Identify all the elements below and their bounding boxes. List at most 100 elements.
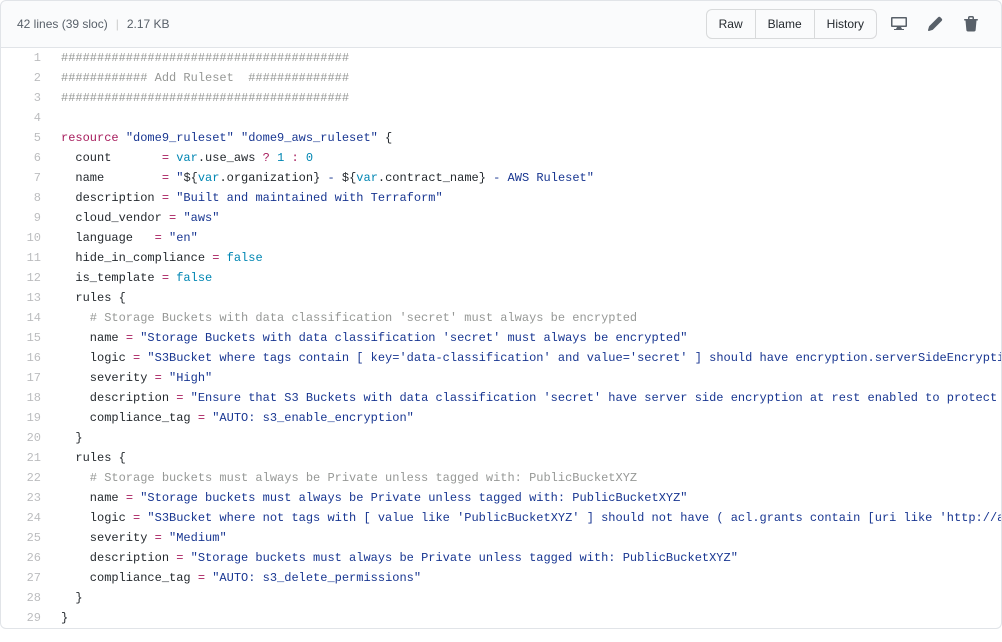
code-row: 11 hide_in_compliance = false	[1, 248, 1002, 268]
line-number[interactable]: 18	[1, 388, 51, 408]
code-row: 24 logic = "S3Bucket where not tags with…	[1, 508, 1002, 528]
edit-icon[interactable]	[921, 10, 949, 38]
line-number[interactable]: 3	[1, 88, 51, 108]
line-number[interactable]: 20	[1, 428, 51, 448]
line-content: rules {	[51, 448, 1002, 468]
code-token: logic	[61, 511, 133, 525]
line-content: # Storage buckets must always be Private…	[51, 468, 1002, 488]
code-token: resource	[61, 131, 126, 145]
code-token: rules	[61, 451, 119, 465]
code-row: 5 resource "dome9_ruleset" "dome9_aws_rul…	[1, 128, 1002, 148]
file-info: 42 lines (39 sloc) | 2.17 KB	[17, 17, 170, 31]
code-token: name	[61, 171, 162, 185]
line-number[interactable]: 26	[1, 548, 51, 568]
code-token: "Built and maintained with Terraform"	[176, 191, 442, 205]
line-content: hide_in_compliance = false	[51, 248, 1002, 268]
code-token: var	[176, 151, 198, 165]
history-button[interactable]: History	[815, 9, 877, 39]
code-token: =	[155, 531, 162, 545]
code-token: "Ensure that S3 Buckets with data classi…	[191, 391, 1002, 405]
line-number[interactable]: 22	[1, 468, 51, 488]
code-token	[162, 231, 169, 245]
line-number[interactable]: 11	[1, 248, 51, 268]
desktop-icon[interactable]	[885, 10, 913, 38]
line-number[interactable]: 27	[1, 568, 51, 588]
line-content: name = "Storage buckets must always be P…	[51, 488, 1002, 508]
line-number[interactable]: 12	[1, 268, 51, 288]
code-row: 18 description = "Ensure that S3 Buckets…	[1, 388, 1002, 408]
line-number[interactable]: 24	[1, 508, 51, 528]
line-number[interactable]: 10	[1, 228, 51, 248]
code-token: language	[61, 231, 155, 245]
code-row: 14 # Storage Buckets with data classific…	[1, 308, 1002, 328]
code-token: .contract_name}	[378, 171, 486, 185]
code-token: compliance_tag	[61, 571, 198, 585]
line-number[interactable]: 4	[1, 108, 51, 128]
line-number[interactable]: 17	[1, 368, 51, 388]
line-number[interactable]: 6	[1, 148, 51, 168]
code-token: is_template	[61, 271, 162, 285]
line-content: description = "Built and maintained with…	[51, 188, 1002, 208]
code-token: -	[320, 171, 342, 185]
code-row: 4	[1, 108, 1002, 128]
code-body: 1#######################################…	[0, 48, 1002, 629]
code-token: severity	[61, 531, 155, 545]
code-token: "AUTO: s3_enable_encryption"	[212, 411, 414, 425]
code-token: false	[227, 251, 263, 265]
code-token: # Storage buckets must always be Private…	[61, 471, 637, 485]
code-token: name	[61, 491, 126, 505]
code-token: rules	[61, 291, 119, 305]
line-number[interactable]: 7	[1, 168, 51, 188]
code-row: 28 }	[1, 588, 1002, 608]
code-token: "High"	[169, 371, 212, 385]
line-number[interactable]: 13	[1, 288, 51, 308]
code-token: cloud_vendor	[61, 211, 169, 225]
code-token: var	[198, 171, 220, 185]
button-group: Raw Blame History	[706, 9, 877, 39]
raw-button[interactable]: Raw	[706, 9, 756, 39]
code-token: "en"	[169, 231, 198, 245]
code-row: 17 severity = "High"	[1, 368, 1002, 388]
line-number[interactable]: 8	[1, 188, 51, 208]
code-token: }	[61, 431, 83, 445]
code-token: ${	[183, 171, 197, 185]
blame-button[interactable]: Blame	[756, 9, 815, 39]
code-token: {	[378, 131, 392, 145]
line-number[interactable]: 21	[1, 448, 51, 468]
line-content: }	[51, 608, 1002, 628]
code-row: 21 rules {	[1, 448, 1002, 468]
code-row: 25 severity = "Medium"	[1, 528, 1002, 548]
code-token: ?	[263, 151, 270, 165]
line-number[interactable]: 19	[1, 408, 51, 428]
line-number[interactable]: 5	[1, 128, 51, 148]
trash-icon[interactable]	[957, 10, 985, 38]
code-token: "S3Bucket where not tags with [ value li…	[147, 511, 1002, 525]
line-number[interactable]: 14	[1, 308, 51, 328]
line-number[interactable]: 28	[1, 588, 51, 608]
line-number[interactable]: 15	[1, 328, 51, 348]
file-header: 42 lines (39 sloc) | 2.17 KB Raw Blame H…	[0, 0, 1002, 48]
code-token: "Storage Buckets with data classificatio…	[140, 331, 687, 345]
code-token: "dome9_ruleset" "dome9_aws_ruleset"	[126, 131, 378, 145]
line-number[interactable]: 16	[1, 348, 51, 368]
line-number[interactable]: 25	[1, 528, 51, 548]
line-number[interactable]: 1	[1, 48, 51, 68]
code-row: 26 description = "Storage buckets must a…	[1, 548, 1002, 568]
line-number[interactable]: 23	[1, 488, 51, 508]
code-token	[183, 391, 190, 405]
code-token: .organization}	[219, 171, 320, 185]
line-number[interactable]: 29	[1, 608, 51, 628]
code-token: ${	[342, 171, 356, 185]
line-content: }	[51, 588, 1002, 608]
code-token: count	[61, 151, 162, 165]
code-token: {	[119, 451, 126, 465]
code-token: var	[356, 171, 378, 185]
line-number[interactable]: 9	[1, 208, 51, 228]
code-token: =	[155, 231, 162, 245]
code-token: 0	[306, 151, 313, 165]
code-token: severity	[61, 371, 155, 385]
code-token	[270, 151, 277, 165]
code-token: =	[126, 331, 133, 345]
line-content: cloud_vendor = "aws"	[51, 208, 1002, 228]
line-number[interactable]: 2	[1, 68, 51, 88]
